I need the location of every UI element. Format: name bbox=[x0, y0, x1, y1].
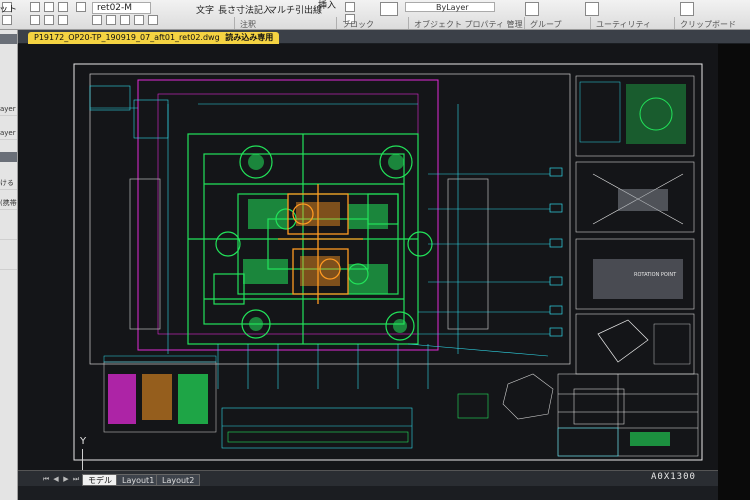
ucs-y-label: Y bbox=[80, 436, 87, 447]
file-tab-bar: P19172_OP20-TP_190919_07_aft01_ret02.dwg… bbox=[18, 30, 750, 44]
match-properties-icon[interactable] bbox=[380, 2, 398, 16]
status-bar bbox=[18, 486, 718, 500]
palette-row[interactable]: ayer bbox=[0, 126, 17, 140]
file-tab[interactable]: P19172_OP20-TP_190919_07_aft01_ret02.dwg… bbox=[28, 32, 280, 44]
right-panel-content bbox=[579, 81, 691, 365]
last-layout-icon[interactable]: ⏭ bbox=[72, 475, 80, 484]
next-layout-icon[interactable]: ▶ bbox=[62, 475, 70, 484]
right-dark-margin bbox=[718, 44, 750, 500]
move-tool-icon[interactable] bbox=[30, 2, 40, 12]
layer-prev-icon[interactable] bbox=[148, 15, 158, 25]
layout-tab-bar: ⏮ ◀ ▶ ⏭ モデル Layout1 Layout2 bbox=[18, 470, 718, 486]
layer-lock-icon[interactable] bbox=[120, 15, 130, 25]
properties-palette[interactable]: ayer ayer ける (携帯号 bbox=[0, 30, 18, 500]
palette-row[interactable]: (携帯号 bbox=[0, 196, 17, 210]
layer-match-icon[interactable] bbox=[134, 15, 144, 25]
ribbon: レット ret02-M 文字 長さ寸法記入 マルチ引出線 挿入 ByLayer … bbox=[0, 0, 750, 30]
rotation-point-label: ROTATION POINT bbox=[634, 272, 677, 278]
rotate-tool-icon[interactable] bbox=[44, 2, 54, 12]
tab-model[interactable]: モデル bbox=[82, 474, 118, 486]
group-clipboard: クリップボード bbox=[674, 17, 736, 29]
layer-icon[interactable] bbox=[76, 2, 86, 12]
group-utilities: ユーティリティ bbox=[589, 17, 652, 29]
tab-layout2[interactable]: Layout2 bbox=[156, 474, 201, 486]
side-block-right bbox=[447, 178, 489, 330]
mirror-tool-icon[interactable] bbox=[30, 15, 40, 25]
cyan-leaders bbox=[90, 103, 550, 389]
ribbon-multileader-button[interactable]: マルチ引出線 bbox=[268, 3, 322, 16]
ribbon-palette-label[interactable]: レット bbox=[0, 2, 17, 15]
tab-layout1[interactable]: Layout1 bbox=[116, 474, 161, 486]
trim-tool-icon[interactable] bbox=[58, 15, 68, 25]
scale-tool-icon[interactable] bbox=[44, 15, 54, 25]
group-annotation: 注釈 bbox=[234, 17, 256, 29]
palette-header bbox=[0, 152, 17, 162]
sheet-scale-label: A0X1300 bbox=[651, 472, 696, 482]
copy-tool-icon[interactable] bbox=[58, 2, 68, 12]
first-layout-icon[interactable]: ⏮ bbox=[42, 475, 50, 484]
cyan-callouts bbox=[549, 167, 563, 337]
section-views-bottom bbox=[221, 373, 625, 449]
title-logo bbox=[630, 432, 670, 446]
palette-row[interactable]: ayer bbox=[0, 102, 17, 116]
group-group: グループ bbox=[524, 17, 562, 29]
ribbon-linear-dim-button[interactable]: 長さ寸法記入 bbox=[218, 3, 272, 16]
palette-row[interactable]: ける bbox=[0, 176, 17, 190]
block-create-icon[interactable] bbox=[345, 2, 355, 12]
prev-layout-icon[interactable]: ◀ bbox=[52, 475, 60, 484]
palette-header bbox=[0, 34, 17, 44]
measure-icon[interactable] bbox=[585, 2, 599, 16]
ribbon-text-button[interactable]: 文字 bbox=[196, 3, 214, 16]
title-block bbox=[557, 373, 699, 457]
file-tab-readonly: 読み込み専用 bbox=[225, 33, 274, 42]
ribbon-style-select[interactable]: ret02-M bbox=[92, 2, 152, 14]
group-icon[interactable] bbox=[525, 2, 539, 16]
side-block-left bbox=[129, 178, 161, 330]
group-block: ブロック bbox=[336, 17, 374, 29]
layer-state-icon[interactable] bbox=[92, 15, 102, 25]
layer-freeze-icon[interactable] bbox=[106, 15, 116, 25]
ribbon-insert-button[interactable]: 挿入 bbox=[318, 0, 336, 11]
linetype-select[interactable]: ByLayer bbox=[405, 2, 495, 12]
detail-view-bottom-left bbox=[103, 355, 217, 433]
draw-tool-icon[interactable] bbox=[2, 15, 12, 25]
paste-icon[interactable] bbox=[680, 2, 694, 16]
palette-row[interactable] bbox=[0, 256, 17, 270]
drawing-canvas[interactable]: ROTATION POINT Y bbox=[18, 44, 718, 489]
file-tab-filename: P19172_OP20-TP_190919_07_aft01_ret02.dwg bbox=[34, 33, 220, 42]
cad-drawing: ROTATION POINT bbox=[73, 63, 703, 461]
group-properties: オブジェクト プロパティ 管理 bbox=[408, 17, 523, 29]
note-block-top-left bbox=[89, 85, 169, 139]
palette-row[interactable] bbox=[0, 226, 17, 240]
